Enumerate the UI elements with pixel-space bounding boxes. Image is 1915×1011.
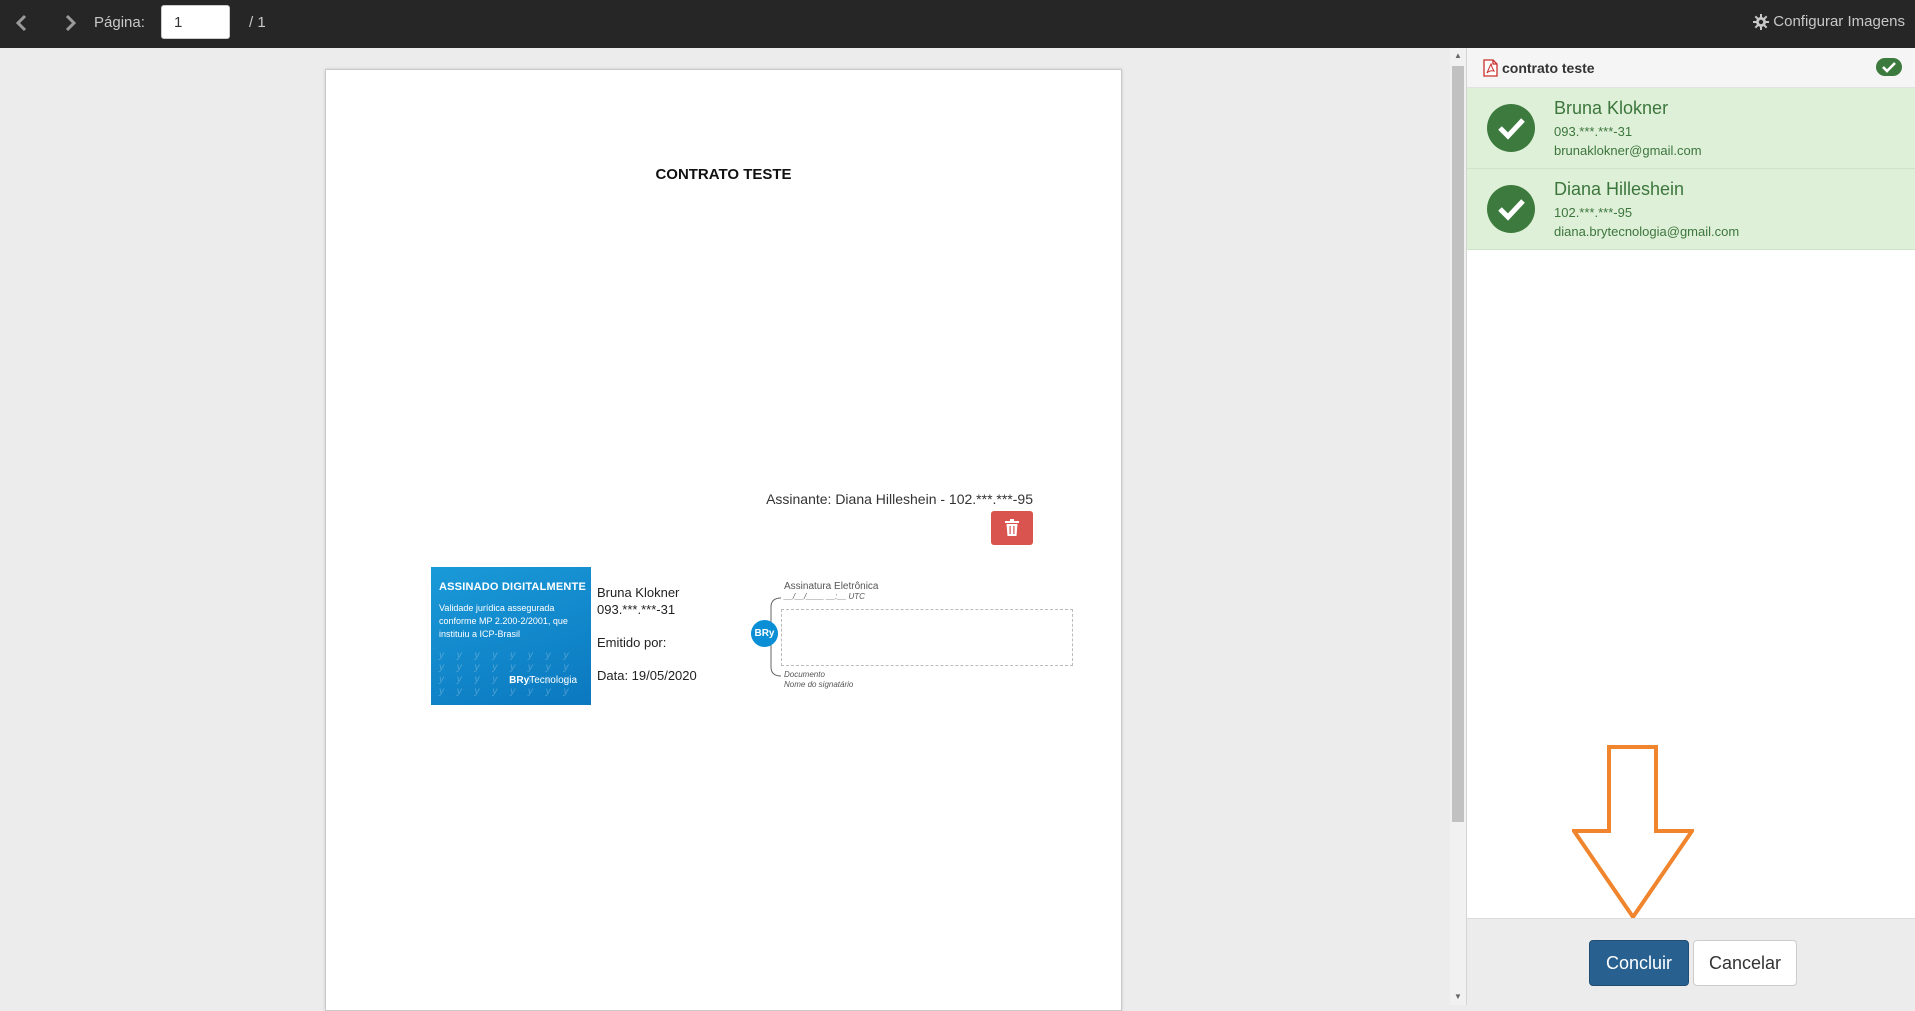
viewer-scrollbar[interactable]: ▲ ▼: [1450, 48, 1466, 1005]
pdf-file-icon: [1483, 59, 1498, 77]
document-viewer: CONTRATO TESTE Assinante: Diana Hilleshe…: [0, 48, 1466, 1011]
signer-cpf: 102.***.***-95: [1554, 205, 1633, 220]
page-total: / 1: [249, 14, 266, 31]
document-header: contrato teste: [1467, 48, 1915, 88]
stamp-watermark: y y y y y y y y y y y y y y y y y y y y …: [439, 650, 574, 697]
check-circle-icon: [1487, 104, 1535, 152]
configure-images-label: Configurar Imagens: [1773, 13, 1905, 30]
signature-issued-by: Emitido por:: [597, 635, 667, 650]
chevron-left-icon: [15, 14, 27, 32]
signer-name: Diana Hilleshein: [1554, 179, 1685, 199]
signer-name: Bruna Klokner: [1554, 98, 1669, 118]
signer-email: diana.brytecnologia@gmail.com: [1554, 224, 1740, 239]
scroll-up-icon[interactable]: ▲: [1450, 48, 1466, 64]
signer-cpf: 093.***.***-31: [1554, 124, 1633, 139]
stamp-title: ASSINADO DIGITALMENTE: [439, 581, 586, 593]
signature-box: [781, 609, 1073, 666]
conclude-button[interactable]: Concluir: [1589, 940, 1689, 986]
signature-cpf: 093.***.***-31: [597, 602, 676, 617]
signer-email: brunaklokner@gmail.com: [1554, 143, 1702, 158]
page-number-input[interactable]: [161, 5, 230, 39]
panel-footer: Concluir Cancelar: [1467, 918, 1915, 1006]
signature-info: Bruna Klokner 093.***.***-31 Emitido por…: [597, 584, 697, 684]
electronic-signature-placeholder[interactable]: Assinatura Eletrônica __/__/____ __:__ U…: [721, 581, 1073, 696]
signer-card[interactable]: Diana Hilleshein 102.***.***-95 diana.br…: [1467, 169, 1915, 250]
signer-card[interactable]: Bruna Klokner 093.***.***-31 brunaklokne…: [1467, 88, 1915, 169]
document-title: CONTRATO TESTE: [655, 166, 792, 183]
check-badge-icon: [1876, 58, 1902, 76]
signature-date: Data: 19/05/2020: [597, 668, 697, 683]
signers-panel: contrato teste Bruna Klokner 093.***.***…: [1466, 48, 1915, 1006]
digital-signature-stamp: ASSINADO DIGITALMENTE Validade jurídica …: [431, 567, 591, 705]
esig-footer: Documento Nome do signatário: [784, 670, 853, 690]
previous-page-button[interactable]: [0, 0, 48, 48]
scroll-down-icon[interactable]: ▼: [1450, 989, 1466, 1005]
configure-images-button[interactable]: Configurar Imagens: [1753, 13, 1905, 30]
bry-badge-icon: BRy: [751, 620, 778, 647]
page-label: Página:: [94, 14, 145, 31]
signer-field-label: Assinante: Diana Hilleshein - 102.***.**…: [766, 491, 1033, 507]
next-page-button[interactable]: [48, 0, 96, 48]
gear-icon: [1753, 13, 1770, 30]
stamp-brand-logo: BRyTecnologia: [509, 675, 577, 686]
trash-icon: [1005, 519, 1019, 536]
stamp-text: Validade jurídica assegurada conforme MP…: [439, 603, 568, 639]
down-arrow-annotation: [1572, 745, 1694, 921]
esig-title: Assinatura Eletrônica: [784, 581, 879, 592]
chevron-right-icon: [65, 14, 77, 32]
esig-date-placeholder: __/__/____ __:__ UTC: [784, 592, 865, 601]
signature-name: Bruna Klokner: [597, 585, 680, 600]
check-circle-icon: [1487, 185, 1535, 233]
top-toolbar: Página: / 1 Configurar Imagens: [0, 0, 1915, 48]
esig-signer-label: Nome do signatário: [784, 680, 854, 689]
esig-doc-label: Documento: [784, 670, 825, 679]
scroll-thumb[interactable]: [1452, 66, 1464, 822]
document-page: CONTRATO TESTE Assinante: Diana Hilleshe…: [325, 69, 1122, 1011]
document-name: contrato teste: [1502, 60, 1595, 76]
delete-signature-button[interactable]: [991, 511, 1033, 545]
cancel-button[interactable]: Cancelar: [1693, 940, 1797, 986]
